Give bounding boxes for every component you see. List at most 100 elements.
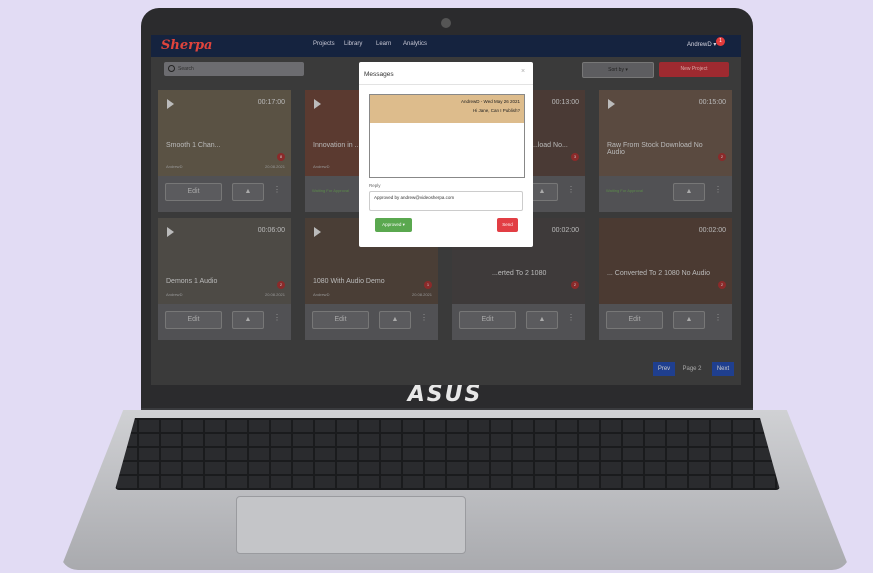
search-icon: [168, 65, 175, 72]
nav-analytics[interactable]: Analytics: [403, 41, 427, 47]
video-date: 20.08.2021: [264, 292, 285, 297]
download-icon: ▲: [391, 316, 399, 323]
download-icon: ▲: [685, 188, 693, 195]
play-icon[interactable]: [314, 99, 321, 109]
keyboard: [115, 418, 780, 490]
card-footer: Waiting For Approval ▲ ⋮: [599, 176, 732, 212]
download-icon: ▲: [538, 188, 546, 195]
message-bubble: AndrewD - Wed May 26 2021 Hi Jane, Can I…: [370, 95, 524, 123]
close-icon[interactable]: ×: [521, 68, 525, 75]
video-author: AndrewD: [313, 292, 330, 297]
new-project-button[interactable]: New Project: [659, 62, 729, 77]
approval-status-dropdown[interactable]: Approved ▾: [375, 218, 412, 232]
download-icon: ▲: [538, 316, 546, 323]
card-footer: Edit ▲ ⋮: [599, 304, 732, 340]
more-icon[interactable]: ⋮: [273, 313, 281, 322]
edit-button[interactable]: Edit: [606, 311, 663, 329]
edit-button[interactable]: Edit: [165, 183, 222, 201]
duration: 00:17:00: [257, 99, 285, 106]
comment-badge: 2: [571, 281, 579, 289]
video-thumbnail[interactable]: 00:06:00 Demons 1 Audio 2 AndrewD 20.08.…: [158, 218, 291, 304]
comment-badge: 2: [718, 281, 726, 289]
video-title: Raw From Stock Download No Audio: [607, 142, 703, 156]
nav-learn[interactable]: Learn: [376, 41, 391, 47]
duration: 00:13:00: [551, 99, 579, 106]
card-footer: Edit ▲ ⋮: [158, 176, 291, 212]
video-card[interactable]: 00:15:00 Raw From Stock Download No Audi…: [599, 90, 732, 212]
more-icon[interactable]: ⋮: [714, 313, 722, 322]
user-menu[interactable]: AndrewD ▾: [687, 41, 716, 48]
play-icon[interactable]: [314, 227, 321, 237]
card-footer: Edit ▲ ⋮: [452, 304, 585, 340]
notification-badge[interactable]: 1: [716, 37, 725, 46]
comment-badge: 8: [277, 153, 285, 161]
play-icon[interactable]: [167, 227, 174, 237]
duration: 00:15:00: [698, 99, 726, 106]
nav-projects[interactable]: Projects: [313, 41, 335, 47]
webcam: [441, 18, 451, 28]
sort-dropdown[interactable]: Sort by ▾: [582, 62, 654, 78]
edit-button[interactable]: Edit: [165, 311, 222, 329]
reply-label: Reply: [369, 183, 381, 188]
comment-badge: 2: [277, 281, 285, 289]
message-header: AndrewD - Wed May 26 2021: [461, 99, 520, 104]
play-icon[interactable]: [167, 99, 174, 109]
more-icon[interactable]: ⋮: [273, 185, 281, 194]
download-icon: ▲: [244, 316, 252, 323]
video-card[interactable]: 00:02:00 ... Converted To 2 1080 No Audi…: [599, 218, 732, 340]
touchpad: [236, 496, 466, 554]
prev-button[interactable]: Prev: [653, 362, 675, 376]
next-button[interactable]: Next: [712, 362, 734, 376]
approval-status: Waiting For Approval: [606, 188, 643, 193]
video-title: Smooth 1 Chan...: [166, 142, 221, 149]
download-button[interactable]: ▲: [673, 311, 705, 329]
search-input[interactable]: Search: [164, 62, 304, 76]
reply-input[interactable]: Approved by andrew@videosherpa.com: [369, 191, 523, 211]
download-icon: ▲: [244, 188, 252, 195]
message-body: Hi Jane, Can I Publish?: [472, 108, 520, 113]
more-icon[interactable]: ⋮: [714, 185, 722, 194]
download-button[interactable]: ▲: [526, 311, 558, 329]
send-button[interactable]: Send: [497, 218, 518, 232]
video-author: AndrewD: [166, 292, 183, 297]
more-icon[interactable]: ⋮: [420, 313, 428, 322]
comment-badge: 2: [718, 153, 726, 161]
comment-badge: 3: [571, 153, 579, 161]
modal-title: Messages: [364, 71, 394, 78]
more-icon[interactable]: ⋮: [567, 185, 575, 194]
video-title: ...erted To 2 1080: [492, 270, 547, 277]
edit-button[interactable]: Edit: [312, 311, 369, 329]
card-footer: Edit ▲ ⋮: [158, 304, 291, 340]
duration: 00:02:00: [551, 227, 579, 234]
brand-logo: ASUS: [407, 382, 483, 407]
download-button[interactable]: ▲: [379, 311, 411, 329]
app-logo[interactable]: Sherpa: [161, 38, 212, 53]
download-button[interactable]: ▲: [232, 183, 264, 201]
video-date: 20.08.2021: [411, 292, 432, 297]
more-icon[interactable]: ⋮: [567, 313, 575, 322]
video-thumbnail[interactable]: 00:02:00 ... Converted To 2 1080 No Audi…: [599, 218, 732, 304]
page-indicator: Page 2: [682, 366, 702, 372]
navbar: Sherpa Projects Library Learn Analytics …: [151, 35, 741, 57]
video-author: AndrewD: [166, 164, 183, 169]
download-button[interactable]: ▲: [232, 311, 264, 329]
download-button[interactable]: ▲: [673, 183, 705, 201]
video-title: ... Converted To 2 1080 No Audio: [607, 270, 710, 277]
edit-button[interactable]: Edit: [459, 311, 516, 329]
play-icon[interactable]: [608, 99, 615, 109]
video-card[interactable]: 00:17:00 Smooth 1 Chan... 8 AndrewD 20.0…: [158, 90, 291, 212]
comment-badge: 1: [424, 281, 432, 289]
search-placeholder: Search: [178, 66, 194, 72]
video-title: 1080 With Audio Demo: [313, 278, 385, 285]
video-card[interactable]: 00:06:00 Demons 1 Audio 2 AndrewD 20.08.…: [158, 218, 291, 340]
messages-modal: Messages × AndrewD - Wed May 26 2021 Hi …: [359, 62, 533, 247]
video-date: 20.08.2021: [264, 164, 285, 169]
message-thread[interactable]: AndrewD - Wed May 26 2021 Hi Jane, Can I…: [369, 94, 525, 178]
duration: 00:02:00: [698, 227, 726, 234]
nav-library[interactable]: Library: [344, 41, 362, 47]
video-thumbnail[interactable]: 00:17:00 Smooth 1 Chan... 8 AndrewD 20.0…: [158, 90, 291, 176]
reply-value: Approved by andrew@videosherpa.com: [374, 195, 455, 200]
download-icon: ▲: [685, 316, 693, 323]
video-thumbnail[interactable]: 00:15:00 Raw From Stock Download No Audi…: [599, 90, 732, 176]
duration: 00:06:00: [257, 227, 285, 234]
